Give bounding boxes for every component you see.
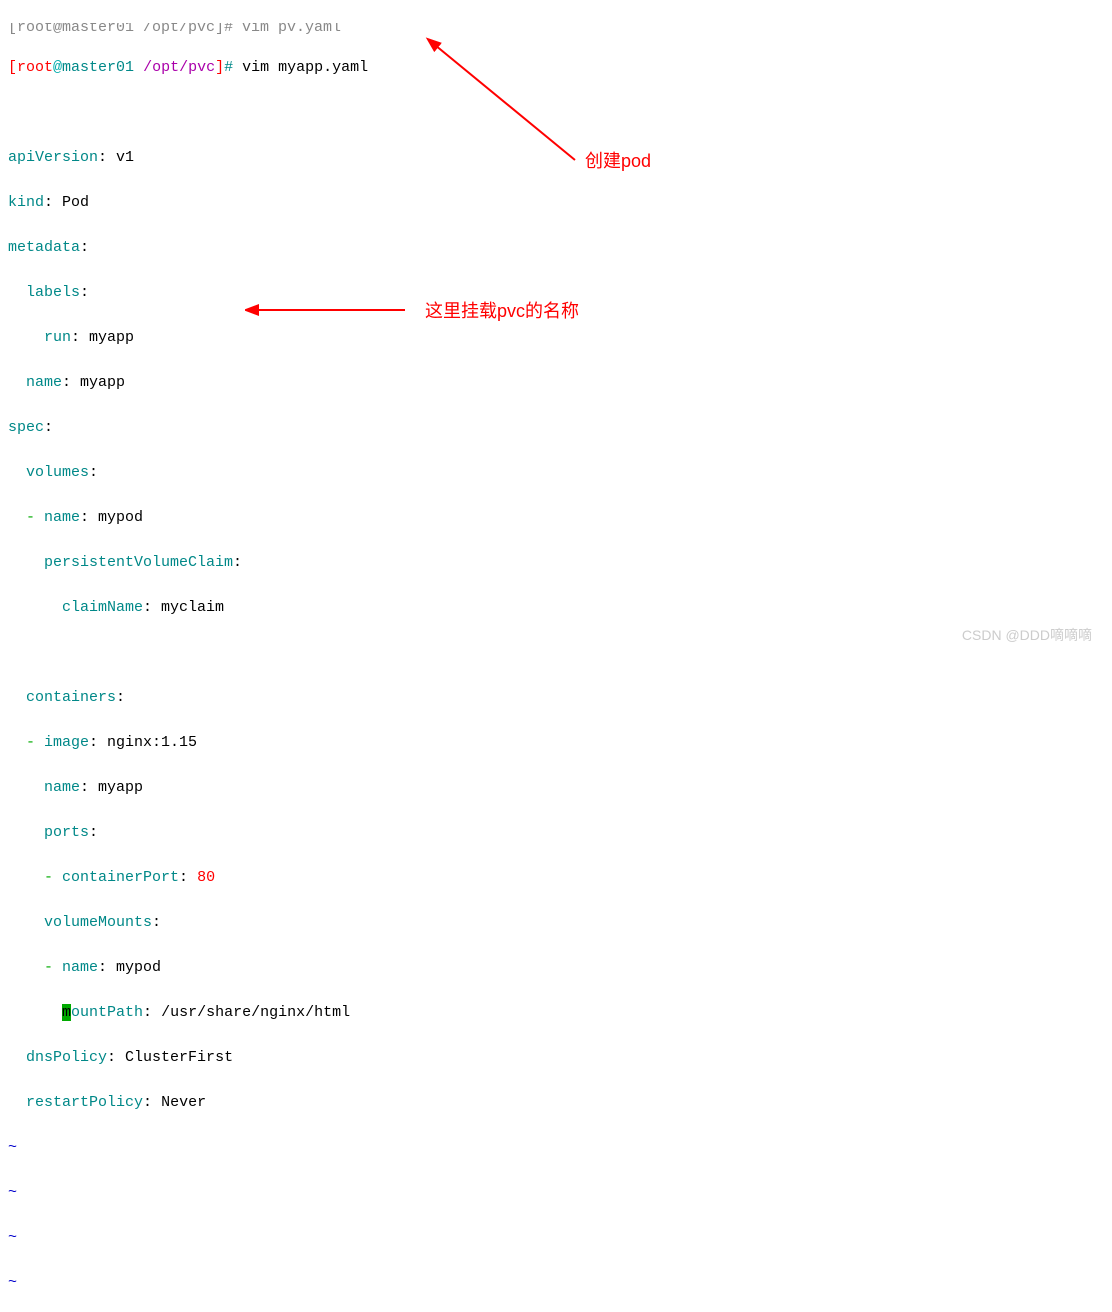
annotation-pvc-name: 这里挂载pvc的名称	[425, 298, 579, 325]
vim-tilde: ~	[8, 1227, 1104, 1250]
prompt-at: @	[53, 59, 62, 76]
yaml-line-dnspolicy: dnsPolicy: ClusterFirst	[8, 1047, 1104, 1070]
yaml-line-apiversion: apiVersion: v1	[8, 147, 1104, 170]
yaml-line-image: - image: nginx:1.15	[8, 732, 1104, 755]
yaml-line-ports: ports:	[8, 822, 1104, 845]
prompt-host: master01	[62, 59, 134, 76]
watermark: CSDN @DDD嘀嘀嘀	[962, 625, 1092, 646]
prompt-command: vim myapp.yaml	[233, 59, 368, 76]
blank-line-2	[8, 642, 1104, 665]
vim-tilde: ~	[8, 1272, 1104, 1295]
yaml-line-claimname: claimName: myclaim	[8, 597, 1104, 620]
prompt-path: /opt/pvc	[134, 59, 215, 76]
yaml-line-name: name: myapp	[8, 372, 1104, 395]
bracket-close: ]	[215, 59, 224, 76]
yaml-line-cport: - containerPort: 80	[8, 867, 1104, 890]
yaml-line-volumemounts: volumeMounts:	[8, 912, 1104, 935]
yaml-line-mountpath: mountPath: /usr/share/nginx/html	[8, 1002, 1104, 1025]
yaml-line-metadata: metadata:	[8, 237, 1104, 260]
yaml-line-run: run: myapp	[8, 327, 1104, 350]
yaml-line-pvc: persistentVolumeClaim:	[8, 552, 1104, 575]
prompt-user: root	[17, 59, 53, 76]
yaml-line-restartpolicy: restartPolicy: Never	[8, 1092, 1104, 1115]
bracket-open: [	[8, 59, 17, 76]
blank-line	[8, 102, 1104, 125]
terminal-output: [root@master01 /opt/pvc]# vim pv.yaml [r…	[0, 0, 1112, 1312]
yaml-line-kind: kind: Pod	[8, 192, 1104, 215]
yaml-line-vmname: - name: mypod	[8, 957, 1104, 980]
vim-tilde: ~	[8, 1182, 1104, 1205]
yaml-line-spec: spec:	[8, 417, 1104, 440]
vim-tilde: ~	[8, 1137, 1104, 1160]
annotation-create-pod: 创建pod	[585, 148, 651, 175]
yaml-line-cname: name: myapp	[8, 777, 1104, 800]
yaml-line-volname: - name: mypod	[8, 507, 1104, 530]
yaml-line-containers: containers:	[8, 687, 1104, 710]
yaml-line-volumes: volumes:	[8, 462, 1104, 485]
prompt-line: [root@master01 /opt/pvc]# vim myapp.yaml	[8, 57, 1104, 80]
cursor: m	[62, 1004, 71, 1021]
prompt-hash: #	[224, 59, 233, 76]
prompt-line-partial: [root@master01 /opt/pvc]# vim pv.yaml	[8, 23, 1104, 35]
